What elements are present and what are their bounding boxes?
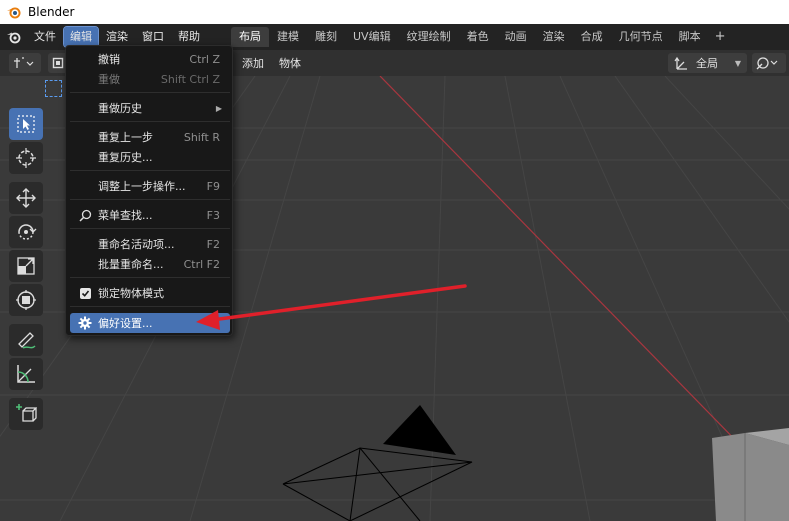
blender-app-icon	[7, 7, 21, 19]
scale-tool[interactable]	[9, 250, 43, 282]
menu-help[interactable]: 帮助	[172, 27, 206, 47]
batch-rename-shortcut: Ctrl F2	[183, 257, 220, 271]
repeat-last-label: 重复上一步	[98, 131, 153, 144]
add-workspace-button[interactable]: +	[709, 27, 732, 47]
adjust-last-label: 调整上一步操作...	[98, 180, 186, 193]
lock-object-modes-label: 锁定物体模式	[98, 287, 164, 300]
tab-animation[interactable]: 动画	[497, 27, 535, 47]
window-title-bar: Blender	[0, 0, 789, 24]
add-cube-tool[interactable]	[9, 398, 43, 430]
transform-tool[interactable]	[9, 284, 43, 316]
tab-uv-editing[interactable]: UV编辑	[345, 27, 399, 47]
undo-label: 撤销	[98, 53, 120, 66]
select-box-icon	[17, 115, 35, 133]
tab-layout[interactable]: 布局	[231, 27, 269, 47]
move-tool[interactable]	[9, 182, 43, 214]
menu-render[interactable]: 渲染	[100, 27, 134, 47]
tab-compositing[interactable]: 合成	[573, 27, 611, 47]
transform-icon	[16, 290, 36, 310]
adjust-last-shortcut: F9	[206, 179, 220, 193]
rename-active-shortcut: F2	[206, 237, 220, 251]
repeat-history-label: 重复历史...	[98, 151, 153, 164]
checkbox-icon[interactable]	[79, 287, 91, 299]
menu-separator	[70, 92, 230, 93]
repeat-last-item[interactable]: 重复上一步 Shift R	[70, 127, 230, 147]
object-menu[interactable]: 物体	[279, 55, 301, 71]
repeat-history-item[interactable]: 重复历史...	[70, 147, 230, 167]
preferences-item[interactable]: 偏好设置...	[70, 313, 230, 333]
menu-separator	[70, 228, 230, 229]
tab-scripting[interactable]: 脚本	[671, 27, 709, 47]
orientation-label: 全局	[696, 57, 718, 70]
search-icon	[78, 208, 92, 222]
repeat-last-shortcut: Shift R	[183, 130, 220, 144]
window-title: Blender	[28, 5, 75, 19]
tab-texture-paint[interactable]: 纹理绘制	[399, 27, 459, 47]
menu-search-label: 菜单查找...	[98, 209, 153, 222]
menu-edit[interactable]: 编辑	[63, 26, 99, 48]
batch-rename-label: 批量重命名...	[98, 258, 164, 271]
editor-type-button[interactable]	[9, 53, 41, 73]
rotate-tool[interactable]	[9, 216, 43, 248]
menu-separator	[70, 121, 230, 122]
redo-item[interactable]: 重做 Shift Ctrl Z	[70, 69, 230, 89]
redo-shortcut: Shift Ctrl Z	[160, 72, 220, 86]
undo-item[interactable]: 撤销 Ctrl Z	[70, 49, 230, 69]
undo-history-item[interactable]: 重做历史 ▶	[70, 98, 230, 118]
menu-search-shortcut: F3	[206, 208, 220, 222]
transform-orientation-dropdown[interactable]: 全局 ▼	[668, 53, 747, 73]
lock-object-modes-item[interactable]: 锁定物体模式	[70, 283, 230, 303]
preferences-label: 偏好设置...	[98, 317, 153, 330]
annotate-tool[interactable]	[9, 324, 43, 356]
menu-file[interactable]: 文件	[28, 27, 62, 47]
menu-separator	[70, 170, 230, 171]
cursor-icon	[16, 148, 36, 168]
annotate-icon	[18, 332, 36, 349]
orientation-icon	[674, 56, 687, 70]
add-cube-icon	[16, 404, 37, 422]
tab-sculpting[interactable]: 雕刻	[307, 27, 345, 47]
pivot-icon	[756, 57, 778, 70]
menu-separator	[70, 306, 230, 307]
submenu-arrow-icon: ▶	[215, 103, 222, 113]
x-axis-line	[379, 76, 789, 496]
editor-type-icon	[14, 57, 34, 68]
blender-logo-icon[interactable]	[0, 24, 28, 50]
tab-geometry-nodes[interactable]: 几何节点	[611, 27, 671, 47]
camera-object[interactable]	[282, 405, 473, 521]
cube-object[interactable]	[712, 428, 789, 521]
chevron-down-icon: ▼	[734, 58, 741, 68]
select-box-tool[interactable]	[9, 108, 43, 140]
tab-modeling[interactable]: 建模	[269, 27, 307, 47]
pivot-point-dropdown[interactable]	[752, 53, 786, 73]
undo-history-label: 重做历史	[98, 102, 142, 115]
adjust-last-item[interactable]: 调整上一步操作... F9	[70, 176, 230, 196]
rename-active-label: 重命名活动项...	[98, 238, 175, 251]
rename-active-item[interactable]: 重命名活动项... F2	[70, 234, 230, 254]
select-mode-icon[interactable]	[45, 80, 62, 97]
tool-shelf	[9, 108, 47, 432]
tab-shading[interactable]: 着色	[459, 27, 497, 47]
menu-separator	[70, 199, 230, 200]
menu-separator	[70, 277, 230, 278]
undo-shortcut: Ctrl Z	[189, 52, 220, 66]
redo-label: 重做	[98, 73, 120, 86]
object-mode-icon	[52, 57, 64, 69]
workspace-tabs: 布局 建模 雕刻 UV编辑 纹理绘制 着色 动画 渲染 合成 几何节点 脚本 +	[231, 27, 731, 47]
cursor-tool[interactable]	[9, 142, 43, 174]
tab-rendering[interactable]: 渲染	[535, 27, 573, 47]
batch-rename-item[interactable]: 批量重命名... Ctrl F2	[70, 254, 230, 274]
rotate-icon	[18, 224, 37, 240]
move-icon	[16, 188, 36, 208]
measure-icon	[17, 365, 35, 383]
gear-icon	[78, 316, 92, 330]
edit-menu-dropdown: 撤销 Ctrl Z 重做 Shift Ctrl Z 重做历史 ▶ 重复上一步 S…	[65, 45, 233, 336]
measure-tool[interactable]	[9, 358, 43, 390]
menu-search-item[interactable]: 菜单查找... F3	[70, 205, 230, 225]
scale-icon	[17, 257, 35, 275]
add-menu[interactable]: 添加	[242, 55, 264, 71]
menu-window[interactable]: 窗口	[136, 27, 170, 47]
